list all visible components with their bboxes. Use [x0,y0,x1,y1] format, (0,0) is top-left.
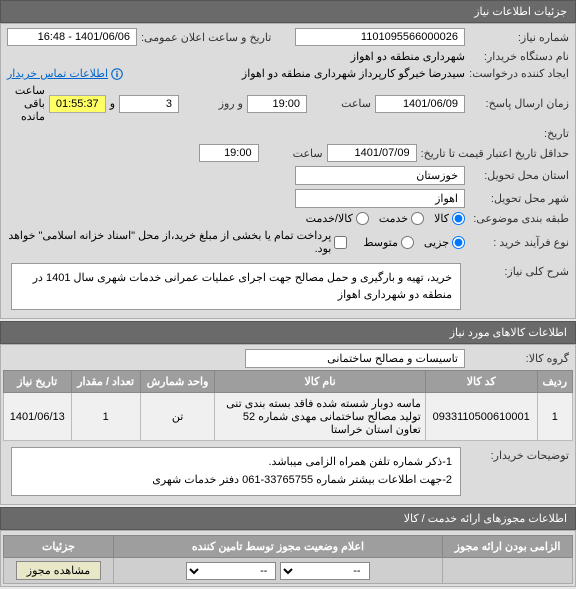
cell-qty: 1 [71,393,140,441]
info-panel: شماره نیاز: 1101095566000026 تاریخ و ساع… [0,23,576,319]
budget-type-label: طبقه بندی موضوعی: [469,212,569,225]
panel-title-text: جزئیات اطلاعات نیاز [474,6,567,18]
radio-service-input[interactable] [411,212,424,225]
buyer-notes-label: توضیحات خریدار: [469,443,569,462]
cell-code: 0933110500610001 [425,393,537,441]
payment-checkbox[interactable]: پرداخت تمام یا بخشی از مبلغ خرید،از محل … [7,229,347,255]
countdown-timer: 01:55:37 [49,95,106,113]
city-label: شهر محل تحویل: [469,192,569,205]
min-validity-label: حداقل تاریخ اعتبار قیمت تا تاریخ: [421,147,569,160]
radio-process-mid-label: متوسط [363,236,398,249]
radio-process-all[interactable]: جزیی [424,236,465,249]
payment-checkbox-input[interactable] [334,236,347,249]
permits-section-title: اطلاعات مجوزهای ارائه خدمت / کالا [404,513,567,525]
creator-label: ایجاد کننده درخواست: [469,67,569,80]
buyer-org-value: شهرداری منطقه دو اهواز [351,50,465,63]
col-unit: واحد شمارش [140,371,214,393]
radio-service[interactable]: خدمت [379,212,424,225]
announce-label: تاریخ و ساعت اعلان عمومی: [141,31,271,44]
panel-title: جزئیات اطلاعات نیاز [0,0,576,23]
status-select-1[interactable]: -- [280,562,370,580]
min-validity-hour-field: 19:00 [199,144,259,162]
buyer-notes-box: 1-ذکر شماره تلفن همراه الزامی میباشد. 2-… [11,447,461,496]
radio-process-mid[interactable]: متوسط [363,236,414,249]
creator-value: سیدرضا خیرگو کارپرداز شهرداری منطقه دو ا… [242,67,465,80]
city-field: اهواز [295,189,465,208]
cell-idx: 1 [537,393,572,441]
hour-label-1: ساعت [311,97,371,110]
col-status: اعلام وضعیت مجوز توسط تامین کننده [114,536,443,558]
radio-goods-label: کالا [434,212,449,225]
permit-details-cell: مشاهده مجوز [4,558,114,584]
status-select-2[interactable]: -- [186,562,276,580]
goods-section-title: اطلاعات کالاهای مورد نیاز [450,327,567,339]
and-label: و [110,97,115,110]
col-date: تاریخ نیاز [4,371,72,393]
col-details: جزئیات [4,536,114,558]
permits-panel: الزامی بودن ارائه مجوز اعلام وضعیت مجوز … [0,530,576,587]
table-row: 1 0933110500610001 ماسه دوبار شسته شده ف… [4,393,573,441]
send-date-field: 1401/06/09 [375,95,465,113]
permit-row: -- -- مشاهده مجوز [4,558,573,584]
radio-process-mid-input[interactable] [401,236,414,249]
until-label: و روز [183,97,243,110]
radio-goods-service[interactable]: کالا/خدمت [306,212,369,225]
info-icon [111,68,123,80]
radio-process-all-input[interactable] [452,236,465,249]
goods-group-field: تاسیسات و مصالح ساختمانی [245,349,465,368]
radio-goods-service-input[interactable] [356,212,369,225]
buyer-note-2: 2-جهت اطلاعات بیشتر شماره 33765755-061 د… [20,472,452,490]
radio-goods-input[interactable] [452,212,465,225]
goods-section-header: اطلاعات کالاهای مورد نیاز [0,321,576,344]
col-idx: ردیف [537,371,572,393]
radio-process-all-label: جزیی [424,236,449,249]
col-name: نام کالا [215,371,426,393]
province-field: خوزستان [295,166,465,185]
col-code: کد کالا [425,371,537,393]
col-qty: تعداد / مقدار [71,371,140,393]
goods-group-label: گروه کالا: [469,352,569,365]
permit-mandatory-cell [443,558,573,584]
process-label: نوع فرآیند خرید : [469,236,569,249]
contact-link[interactable]: اطلاعات تماس خریدار [7,67,123,80]
permits-table: الزامی بودن ارائه مجوز اعلام وضعیت مجوز … [3,535,573,584]
province-label: استان محل تحویل: [469,169,569,182]
process-radios: جزیی متوسط [363,236,465,249]
need-desc-box: خرید، تهیه و بارگیری و حمل مصالح جهت اجر… [11,263,461,310]
permit-status-cell: -- -- [114,558,443,584]
radio-service-label: خدمت [379,212,408,225]
radio-goods-service-label: کالا/خدمت [306,212,353,225]
send-hour-field: 19:00 [247,95,307,113]
need-no-field: 1101095566000026 [295,28,465,46]
buyer-note-1: 1-ذکر شماره تلفن همراه الزامی میباشد. [20,454,452,472]
send-date-label: زمان ارسال پاسخ: [469,97,569,110]
view-permit-button[interactable]: مشاهده مجوز [16,561,101,580]
need-no-label: شماره نیاز: [469,31,569,44]
contact-link-text: اطلاعات تماس خریدار [7,67,108,80]
need-desc-label: شرح کلی نیاز: [469,259,569,278]
radio-goods[interactable]: کالا [434,212,465,225]
cell-name: ماسه دوبار شسته شده فاقد بسته بندی تنی ت… [215,393,426,441]
goods-panel: گروه کالا: تاسیسات و مصالح ساختمانی ردیف… [0,344,576,505]
payment-note-label: پرداخت تمام یا بخشی از مبلغ خرید،از محل … [7,229,331,255]
cell-date: 1401/06/13 [4,393,72,441]
permits-header-row: الزامی بودن ارائه مجوز اعلام وضعیت مجوز … [4,536,573,558]
budget-type-radios: کالا خدمت کالا/خدمت [306,212,465,225]
announce-field: 1401/06/06 - 16:48 [7,28,137,46]
col-mandatory: الزامی بودن ارائه مجوز [443,536,573,558]
by-date-label: تاریخ: [469,127,569,140]
hour-label-2: ساعت [263,147,323,160]
goods-table: ردیف کد کالا نام کالا واحد شمارش تعداد /… [3,370,573,441]
permits-section-header: اطلاعات مجوزهای ارائه خدمت / کالا [0,507,576,530]
remain-label: ساعت باقی مانده [7,84,45,123]
min-validity-date-field: 1401/07/09 [327,144,417,162]
until-days-field: 3 [119,95,179,113]
cell-unit: تن [140,393,214,441]
buyer-org-label: نام دستگاه خریدار: [469,50,569,63]
goods-table-header-row: ردیف کد کالا نام کالا واحد شمارش تعداد /… [4,371,573,393]
